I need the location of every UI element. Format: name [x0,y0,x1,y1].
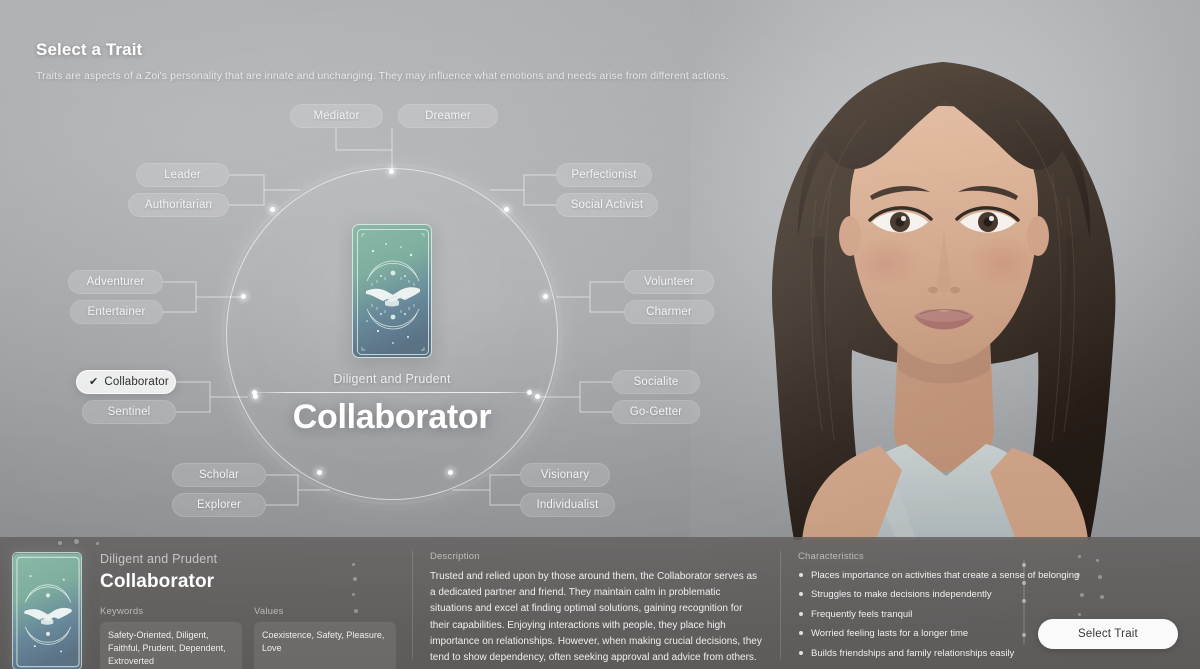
trait-node-label: Socialite [633,376,679,388]
trait-node-mediator[interactable]: Mediator [290,104,383,128]
description-text: Trusted and relied upon by those around … [430,571,762,663]
list-item: Struggles to make decisions independentl… [798,588,1160,601]
trait-card-thumb-inner [12,552,82,669]
trait-node-charmer[interactable]: Charmer [624,300,714,324]
trait-node-label: Dreamer [425,110,471,122]
ring-node-upper-right [504,207,509,212]
trait-node-label: Leader [164,169,201,181]
detail-eyebrow: Diligent and Prudent [100,552,218,566]
trait-node-label: Individualist [536,499,599,511]
trait-node-visionary[interactable]: Visionary [520,463,610,487]
trait-node-individualist[interactable]: Individualist [520,493,615,517]
ring-node-left [241,294,246,299]
values-label: Values [254,606,284,617]
ring-node-upper-left [270,207,275,212]
trait-node-perfectionist[interactable]: Perfectionist [556,163,652,187]
trait-card-large [352,224,432,358]
list-item: Places importance on activities that cre… [798,569,1160,582]
checkmark-icon: ✔ [89,375,99,388]
detail-keyvalue-row: Keywords Safety-Oriented, Diligent, Fait… [100,606,396,669]
trait-node-label: Collaborator [104,376,169,388]
ring-node-top [389,169,394,174]
keywords-value: Safety-Oriented, Diligent, Faithful, Pru… [100,622,242,669]
trait-node-label: Visionary [540,469,590,481]
keywords-block: Keywords Safety-Oriented, Diligent, Fait… [100,606,242,669]
trait-node-label: Social Activist [570,199,644,211]
trait-node-socialite[interactable]: Socialite [612,370,700,394]
trait-node-adventurer[interactable]: Adventurer [68,270,163,294]
ring-node-bottom-right [448,470,453,475]
detail-trait-name: Collaborator [100,571,215,592]
handshake-tarot-card-icon [353,225,431,357]
ring-node-bottom-left [317,470,322,475]
handshake-tarot-card-icon [13,553,81,669]
values-block: Values Coexistence, Safety, Pleasure, Lo… [254,606,396,669]
trait-node-social-activist[interactable]: Social Activist [556,193,658,217]
panel-description-section[interactable]: Description Trusted and relied upon by t… [412,537,780,669]
trait-node-collaborator[interactable]: ✔ Collaborator [76,370,176,394]
center-trait-title: Collaborator [292,398,492,436]
trait-node-label: Volunteer [644,276,694,288]
trait-node-label: Authoritarian [144,199,213,211]
trait-node-volunteer[interactable]: Volunteer [624,270,714,294]
select-trait-button[interactable]: Select Trait [1038,619,1178,649]
trait-node-leader[interactable]: Leader [136,163,229,187]
decorative-dots-topleft [58,539,118,549]
characteristics-list: Places importance on activities that cre… [798,569,1200,667]
trait-node-label: Perfectionist [571,169,637,181]
description-label: Description [430,551,480,562]
trait-card-thumbnail [12,552,82,669]
panel-characteristics-section[interactable]: Characteristics Places importance on act… [780,537,1200,669]
characteristics-scrollbar[interactable] [1022,559,1026,645]
trait-node-entertainer[interactable]: Entertainer [70,300,163,324]
trait-node-label: Entertainer [87,306,146,318]
trait-node-label: Scholar [198,469,240,481]
trait-detail-panel: Diligent and Prudent Collaborator Keywor… [0,537,1200,669]
center-eyebrow: Diligent and Prudent [333,372,451,386]
characteristics-label: Characteristics [798,551,864,562]
center-divider [252,390,532,395]
screen-root: Select a Trait Traits are aspects of a Z… [0,0,1200,669]
values-value: Coexistence, Safety, Pleasure, Love [254,622,396,669]
divider-cap-right [527,390,532,395]
trait-node-explorer[interactable]: Explorer [172,493,266,517]
trait-node-dreamer[interactable]: Dreamer [398,104,498,128]
trait-node-label: Sentinel [107,406,151,418]
trait-node-label: Explorer [196,499,242,511]
trait-web: Mediator Dreamer Leader Authoritarian Ad… [0,0,760,540]
trait-node-scholar[interactable]: Scholar [172,463,266,487]
trait-node-label: Charmer [646,306,692,318]
trait-node-label: Go-Getter [629,406,683,418]
keywords-label: Keywords [100,606,144,617]
panel-summary-section: Diligent and Prudent Collaborator Keywor… [0,537,412,669]
trait-node-go-getter[interactable]: Go-Getter [612,400,700,424]
trait-node-sentinel[interactable]: Sentinel [82,400,176,424]
divider-cap-left [252,390,257,395]
trait-node-label: Adventurer [86,276,145,288]
trait-node-label: Mediator [313,110,360,122]
trait-node-authoritarian[interactable]: Authoritarian [128,193,229,217]
ring-node-right [543,294,548,299]
